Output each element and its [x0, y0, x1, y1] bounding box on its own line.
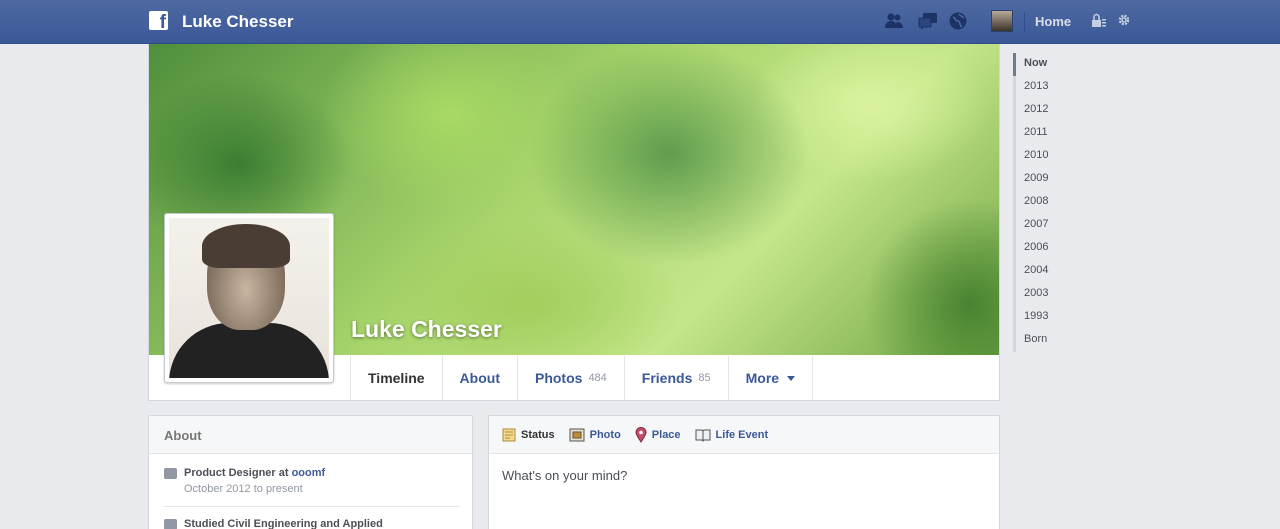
- life-event-book-icon: [695, 429, 711, 442]
- tab-timeline[interactable]: Timeline: [351, 356, 443, 400]
- composer-tab-status[interactable]: Status: [502, 428, 555, 442]
- about-card: About Product Designer at ooomf October …: [148, 415, 473, 529]
- place-pin-icon: [635, 426, 647, 443]
- tab-count: 484: [588, 372, 607, 384]
- composer-tab-label: Place: [651, 428, 681, 441]
- year-link[interactable]: 2013: [1013, 76, 1103, 99]
- notifications-icon[interactable]: [948, 11, 968, 31]
- composer-tab-life-event[interactable]: Life Event: [695, 428, 769, 442]
- divider: [1024, 12, 1025, 32]
- top-bar-avatar[interactable]: [991, 10, 1013, 32]
- work-item: Product Designer at ooomf October 2012 t…: [164, 467, 325, 495]
- post-composer: Status Photo Place Life Event What's on …: [488, 415, 1000, 529]
- messages-icon[interactable]: [918, 11, 938, 31]
- about-title[interactable]: About: [149, 416, 472, 454]
- year-link[interactable]: 1993: [1013, 306, 1103, 329]
- tab-photos[interactable]: Photos 484: [518, 356, 625, 400]
- year-link-now[interactable]: Now: [1013, 53, 1103, 76]
- year-link[interactable]: 2011: [1013, 122, 1103, 145]
- company-link[interactable]: ooomf: [292, 467, 326, 479]
- year-link[interactable]: 2008: [1013, 191, 1103, 214]
- tab-count: 85: [698, 372, 711, 384]
- year-link[interactable]: 2010: [1013, 145, 1103, 168]
- education-text: Studied Civil Engineering and Applied: [184, 518, 383, 529]
- photo-icon: [569, 428, 585, 441]
- education-icon: [164, 519, 177, 529]
- composer-tab-label: Photo: [589, 428, 621, 441]
- composer-tab-place[interactable]: Place: [635, 426, 681, 443]
- tab-more[interactable]: More: [729, 356, 814, 400]
- year-link[interactable]: 2007: [1013, 214, 1103, 237]
- tab-label: Timeline: [368, 370, 425, 386]
- job-title: Product Designer at: [184, 467, 292, 479]
- home-link[interactable]: Home: [1035, 14, 1071, 29]
- divider: [164, 506, 459, 507]
- year-link[interactable]: 2009: [1013, 168, 1103, 191]
- chevron-down-icon: [787, 375, 796, 381]
- briefcase-icon: [164, 468, 177, 479]
- top-bar: f Luke Chesser Home: [0, 0, 1280, 44]
- profile-tabs: Timeline About Photos 484 Friends 85 Mor…: [350, 356, 814, 400]
- profile-photo-image: [169, 218, 329, 378]
- year-link[interactable]: 2012: [1013, 99, 1103, 122]
- composer-tabs: Status Photo Place Life Event: [489, 416, 999, 454]
- job-dates: October 2012 to present: [184, 483, 303, 495]
- education-item: Studied Civil Engineering and Applied: [164, 518, 383, 529]
- tab-label: More: [745, 370, 780, 386]
- year-link[interactable]: 2004: [1013, 260, 1103, 283]
- composer-tab-photo[interactable]: Photo: [569, 428, 621, 442]
- year-link[interactable]: 2006: [1013, 237, 1103, 260]
- settings-icon[interactable]: [1117, 13, 1131, 27]
- tab-label: Photos: [534, 370, 583, 386]
- profile-name[interactable]: Luke Chesser: [351, 316, 502, 343]
- status-input[interactable]: What's on your mind?: [502, 468, 627, 483]
- timeline-year-nav: Now 2013 2012 2011 2010 2009 2008 2007 2…: [1013, 53, 1103, 352]
- top-bar-profile-name[interactable]: Luke Chesser: [182, 12, 294, 32]
- composer-tab-label: Life Event: [715, 428, 769, 441]
- tab-label: About: [459, 370, 500, 386]
- friend-requests-icon[interactable]: [884, 11, 904, 31]
- status-icon: [502, 428, 516, 441]
- tab-friends[interactable]: Friends 85: [625, 356, 729, 400]
- year-link-born[interactable]: Born: [1013, 329, 1103, 352]
- facebook-logo-icon[interactable]: f: [149, 11, 168, 32]
- privacy-icon[interactable]: [1091, 13, 1107, 29]
- tab-label: Friends: [641, 370, 693, 386]
- tab-about[interactable]: About: [443, 356, 518, 400]
- composer-tab-label: Status: [521, 428, 555, 441]
- profile-picture[interactable]: [164, 213, 334, 383]
- year-link[interactable]: 2003: [1013, 283, 1103, 306]
